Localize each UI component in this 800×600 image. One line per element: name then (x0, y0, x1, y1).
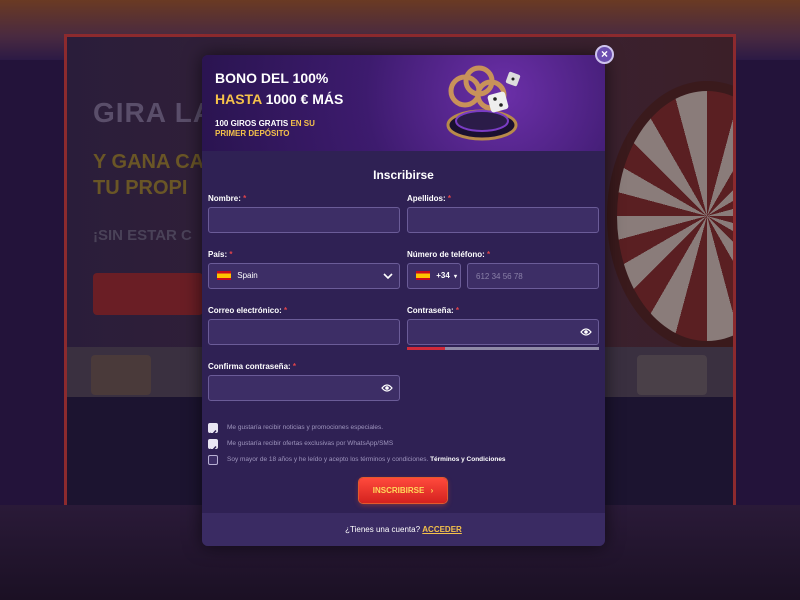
last-name-label: Apellidos: * (407, 194, 451, 203)
phone-input[interactable] (467, 263, 599, 289)
hero-cta-button (93, 273, 203, 315)
terms-checkbox-label: Soy mayor de 18 años y he leído y acepto… (227, 456, 506, 463)
promo-card (637, 355, 707, 395)
register-button[interactable]: INSCRIBIRSE › (359, 478, 447, 503)
close-button[interactable]: × (595, 45, 614, 64)
phone-prefix-select[interactable]: +34 ▾ (407, 263, 461, 289)
login-question: ¿Tienes una cuenta? (345, 525, 421, 534)
login-prompt: ¿Tienes una cuenta? ACCEDER (202, 525, 605, 534)
hero-subtitle: Y GANA CA TU PROPI (93, 149, 204, 201)
banner-headline: BONO DEL 100% (215, 70, 329, 86)
first-name-input[interactable] (208, 207, 400, 233)
country-value: Spain (237, 271, 258, 280)
required-mark: * (243, 194, 247, 203)
eye-icon[interactable] (580, 327, 592, 337)
chevron-right-icon: › (430, 486, 434, 495)
phone-label: Número de teléfono: * (407, 250, 490, 259)
register-button-label: INSCRIBIRSE (372, 486, 425, 495)
spain-flag-icon (217, 271, 231, 281)
country-label: País: * (208, 250, 232, 259)
form-title: Inscribirse (373, 168, 434, 182)
checkmark-icon (209, 430, 217, 437)
terms-checkbox[interactable] (208, 455, 218, 465)
first-name-label: Nombre: * (208, 194, 246, 203)
confirm-password-label: Confirma contraseña: * (208, 362, 296, 371)
spain-flag-icon (416, 271, 430, 281)
hero-subtitle-line-2: TU PROPI (93, 177, 188, 199)
eye-icon[interactable] (381, 383, 393, 393)
whatsapp-checkbox[interactable] (208, 439, 218, 453)
checkmark-icon (209, 446, 217, 453)
hero-line: ¡SIN ESTAR C (93, 227, 192, 244)
hero-title: GIRA LA (93, 97, 215, 128)
caret-down-icon: ▾ (454, 274, 458, 280)
email-input[interactable] (208, 319, 400, 345)
signup-modal: BONO DEL 100% HASTA 1000 € MÁS 100 GIROS… (202, 55, 605, 546)
country-select[interactable]: Spain (208, 263, 400, 289)
required-mark: * (229, 250, 233, 259)
password-strength-bar (407, 347, 445, 350)
phone-label-text: Número de teléfono: (407, 250, 485, 259)
whatsapp-checkbox-label: Me gustaría recibir ofertas exclusivas p… (227, 440, 394, 447)
password-label-text: Contraseña: (407, 306, 454, 315)
modal-footer: ¿Tienes una cuenta? ACCEDER (202, 513, 605, 546)
email-label: Correo electrónico: * (208, 306, 287, 315)
last-name-input[interactable] (407, 207, 599, 233)
confirm-password-label-text: Confirma contraseña: (208, 362, 291, 371)
banner-gold-text: HASTA (215, 91, 262, 107)
terms-text: Soy mayor de 18 años y he leído y acepto… (227, 456, 429, 463)
phone-prefix-value: +34 (436, 271, 450, 280)
promo-card (91, 355, 151, 395)
last-name-label-text: Apellidos: (407, 194, 446, 203)
required-mark: * (284, 306, 288, 315)
banner-amount-text: 1000 € MÁS (265, 91, 344, 107)
country-label-text: País: (208, 250, 228, 259)
newsletter-checkbox-label: Me gustaría recibir noticias y promocion… (227, 424, 384, 431)
hero-subtitle-line-1: Y GANA CA (93, 151, 205, 173)
banner-spins-text: 100 GIROS GRATIS (215, 119, 289, 128)
required-mark: * (455, 306, 460, 315)
password-label: Contraseña: * (407, 306, 459, 315)
required-mark: * (447, 194, 452, 203)
first-name-label-text: Nombre: (208, 194, 241, 203)
newsletter-checkbox[interactable] (208, 423, 218, 437)
login-link[interactable]: ACCEDER (422, 525, 462, 534)
required-mark: * (292, 362, 297, 371)
chevron-down-icon (383, 273, 393, 280)
bonus-banner: BONO DEL 100% HASTA 1000 € MÁS 100 GIROS… (202, 55, 605, 151)
banner-free-spins: 100 GIROS GRATIS EN SU PRIMER DEPÓSITO (215, 119, 335, 139)
required-mark: * (487, 250, 491, 259)
terms-link[interactable]: Términos y Condiciones (430, 456, 506, 463)
banner-subheadline: HASTA 1000 € MÁS (215, 91, 343, 107)
email-label-text: Correo electrónico: (208, 306, 282, 315)
password-input[interactable] (407, 319, 599, 345)
confirm-password-input[interactable] (208, 375, 400, 401)
casino-chips-icon (446, 65, 521, 141)
close-icon: × (600, 47, 608, 61)
